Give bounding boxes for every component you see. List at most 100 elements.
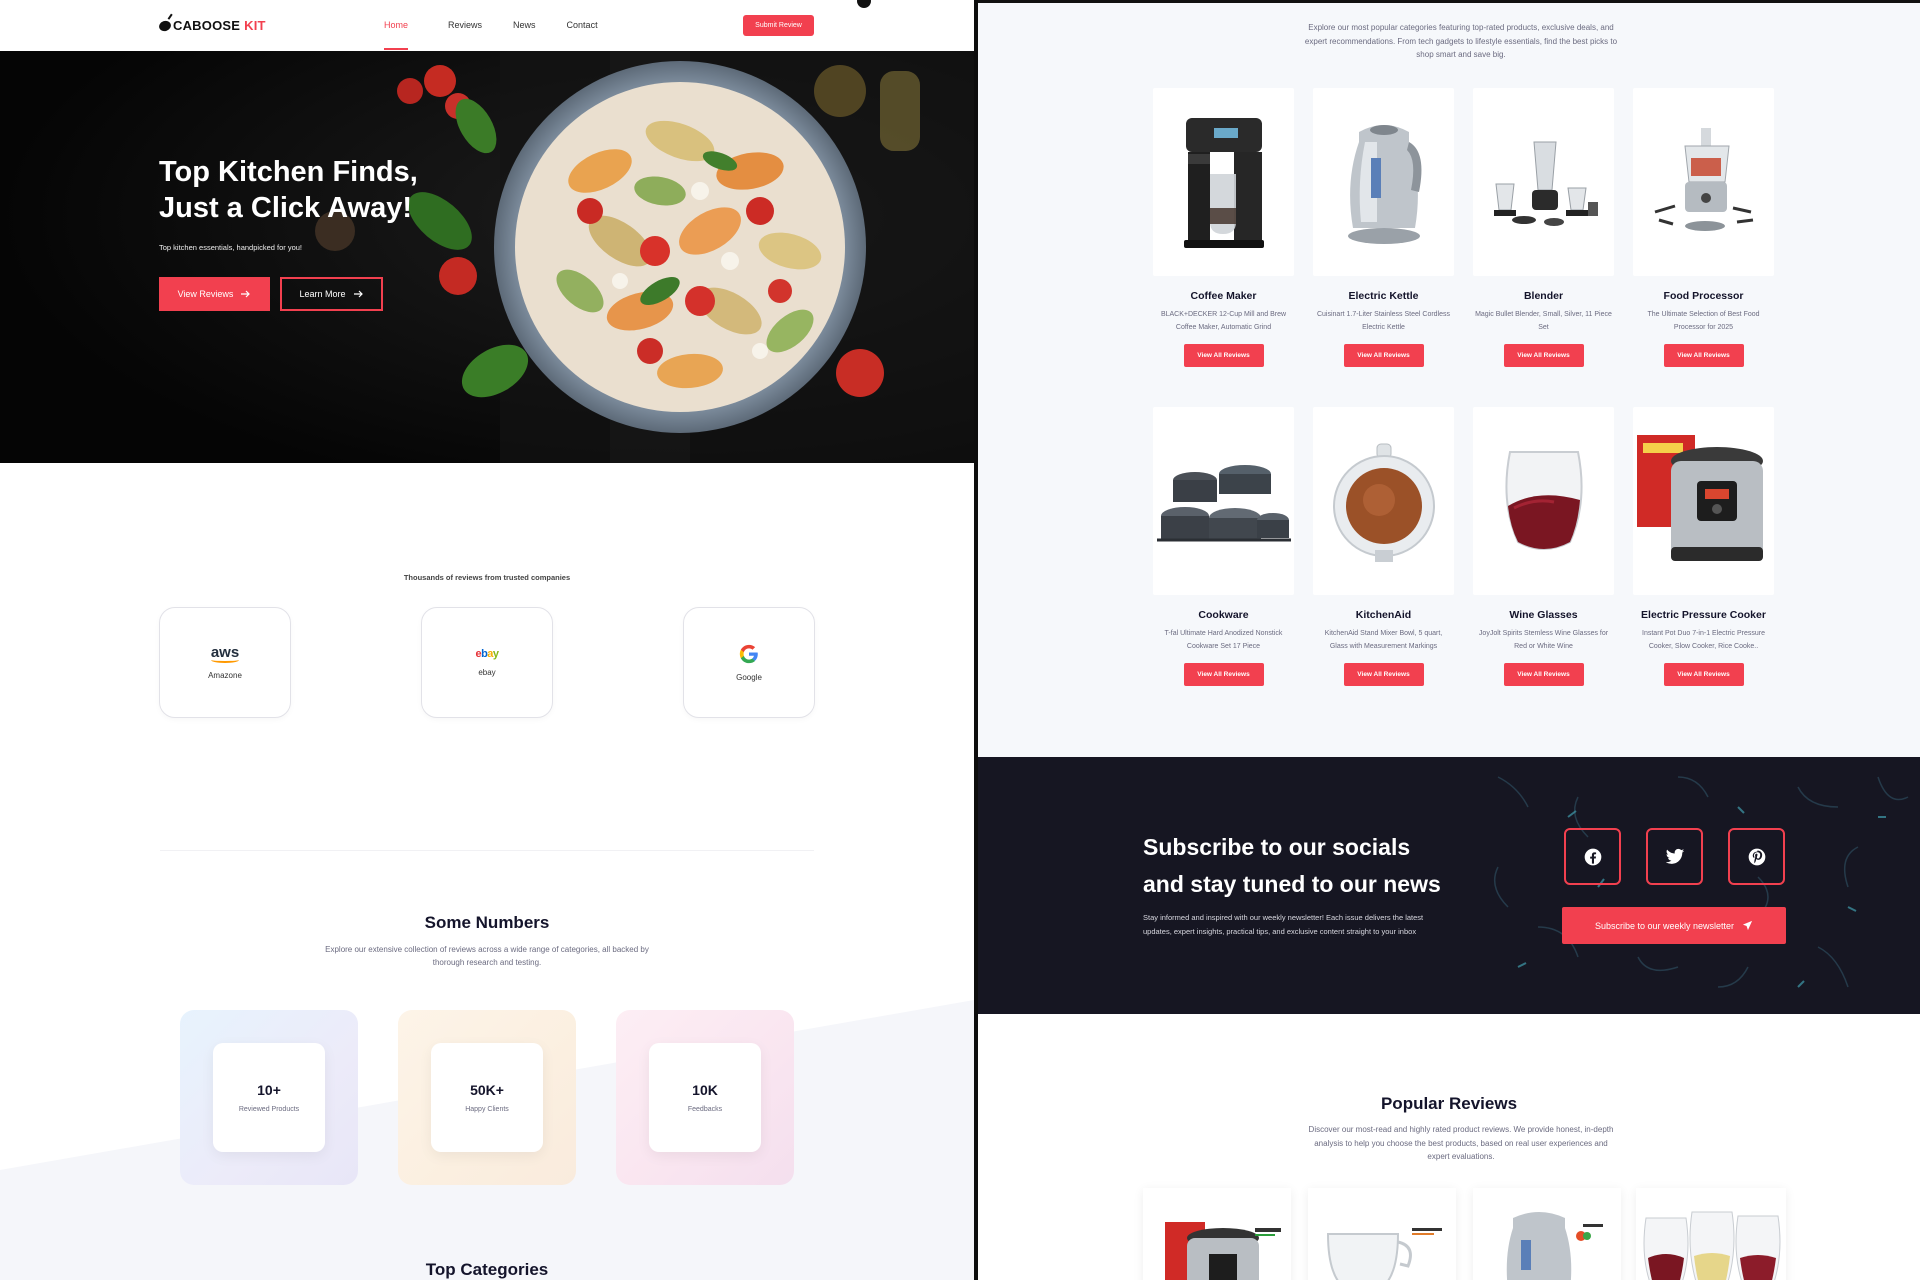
stat-card-products: 10+ Reviewed Products	[180, 1010, 358, 1185]
wine-glasses-thumbnail-image	[1643, 1211, 1781, 1280]
kettle-icon	[1347, 125, 1421, 244]
view-all-reviews-button[interactable]: View All Reviews	[1183, 663, 1264, 686]
pressure-cooker-icon	[1636, 435, 1763, 561]
subscribe-title-line2: and stay tuned to our news	[1143, 871, 1441, 897]
popular-review-card[interactable]	[1143, 1188, 1291, 1280]
submit-review-button[interactable]: Submit Review	[743, 15, 814, 36]
pinterest-button[interactable]	[1728, 828, 1785, 885]
subscribe-title: Subscribe to our socials and stay tuned …	[1143, 829, 1483, 903]
company-card-amazon[interactable]: aws Amazone	[159, 607, 291, 718]
blender-image	[1473, 88, 1614, 276]
category-card-coffee-maker: Coffee Maker BLACK+DECKER 12-Cup Mill an…	[1153, 88, 1294, 367]
section-divider	[160, 850, 814, 851]
category-description: The Ultimate Selection of Best Food Proc…	[1647, 311, 1760, 331]
coffee-maker-image	[1153, 88, 1294, 276]
popular-review-card[interactable]	[1473, 1188, 1621, 1280]
send-icon	[1742, 920, 1753, 931]
top-categories-title: Top Categories	[425, 1260, 549, 1279]
company-name: ebay	[478, 668, 496, 677]
categories-description: Explore our most popular categories feat…	[1304, 23, 1618, 59]
cookware-icon	[1156, 465, 1291, 542]
category-card-cookware: Cookware T-fal Ultimate Hard Anodized No…	[1153, 407, 1294, 686]
stat-value: 10+	[257, 1082, 281, 1098]
stat-value: 10K	[692, 1082, 718, 1098]
some-numbers-description: Explore our extensive collection of revi…	[325, 945, 649, 967]
wine-glass-icon	[1504, 451, 1583, 550]
arrow-right-icon	[241, 290, 251, 298]
aws-logo-text: aws	[210, 643, 240, 661]
category-card-blender: Blender Magic Bullet Blender, Small, Sil…	[1473, 88, 1614, 367]
wine-glasses-image	[1473, 407, 1614, 595]
pasta-bowl-image	[0, 51, 974, 463]
hero-section: Top Kitchen Finds, Just a Click Away! To…	[0, 51, 974, 463]
google-logo-icon	[739, 644, 758, 664]
view-all-reviews-button[interactable]: View All Reviews	[1503, 344, 1584, 367]
mixer-bowl-icon	[1332, 443, 1435, 562]
category-name: KitchenAid	[1355, 609, 1412, 621]
category-description: Magic Bullet Blender, Small, Silver, 11 …	[1475, 311, 1612, 331]
arrow-right-icon	[353, 290, 363, 298]
category-name: Coffee Maker	[1190, 290, 1257, 302]
aws-logo: aws	[210, 643, 240, 663]
view-all-reviews-button[interactable]: View All Reviews	[1503, 663, 1584, 686]
company-card-google[interactable]: Google	[683, 607, 815, 718]
popular-reviews-title: Popular Reviews	[1380, 1094, 1518, 1113]
brand-name-part1: CABOOSE	[173, 18, 241, 33]
facebook-icon	[1584, 848, 1601, 865]
trusted-companies-title: Thousands of reviews from trusted compan…	[403, 573, 571, 582]
facebook-button[interactable]	[1564, 828, 1621, 885]
stat-card-inner: 50K+ Happy Clients	[431, 1043, 543, 1152]
company-name: Google	[736, 673, 762, 682]
nav-link-home[interactable]: Home	[384, 20, 409, 50]
subscribe-section: Subscribe to our socials and stay tuned …	[978, 757, 1920, 1014]
hero-title: Top Kitchen Finds, Just a Click Away!	[159, 154, 459, 226]
view-reviews-label: View Reviews	[177, 289, 234, 299]
category-description: T-fal Ultimate Hard Anodized Nonstick Co…	[1164, 630, 1283, 650]
popular-review-card[interactable]	[1636, 1188, 1786, 1280]
kettle-thumbnail-image	[1506, 1212, 1603, 1280]
electric-kettle-image	[1313, 88, 1454, 276]
nav-link-news[interactable]: News	[513, 20, 536, 30]
right-page-panel: Explore our most popular categories feat…	[978, 0, 1920, 1280]
mixer-bowl-thumbnail-image	[1326, 1228, 1442, 1280]
learn-more-button[interactable]: Learn More	[280, 277, 383, 311]
view-all-reviews-button[interactable]: View All Reviews	[1663, 344, 1744, 367]
stat-card-clients: 50K+ Happy Clients	[398, 1010, 576, 1185]
nav-link-reviews[interactable]: Reviews	[448, 20, 482, 30]
subscribe-newsletter-button[interactable]: Subscribe to our weekly newsletter	[1562, 907, 1786, 944]
view-all-reviews-button[interactable]: View All Reviews	[1343, 344, 1424, 367]
twitter-icon	[1665, 848, 1684, 864]
category-name: Cookware	[1198, 609, 1249, 621]
stat-card-inner: 10K Feedbacks	[649, 1043, 761, 1152]
view-all-reviews-button[interactable]: View All Reviews	[1183, 344, 1264, 367]
category-description: Instant Pot Duo 7-in-1 Electric Pressure…	[1642, 630, 1765, 650]
view-all-reviews-button[interactable]: View All Reviews	[1343, 663, 1424, 686]
pressure-cooker-thumbnail-image	[1165, 1222, 1281, 1280]
view-reviews-button[interactable]: View Reviews	[159, 277, 270, 311]
brand-name-part2: KIT	[244, 18, 266, 33]
category-card-electric-kettle: Electric Kettle Cuisinart 1.7-Liter Stai…	[1313, 88, 1454, 367]
company-name: Amazone	[208, 670, 242, 680]
pan-icon	[157, 18, 173, 33]
nav-links: Home Reviews News Contact	[384, 20, 598, 50]
category-name: Electric Kettle	[1348, 290, 1419, 302]
twitter-button[interactable]	[1646, 828, 1703, 885]
cursor-dot	[857, 0, 871, 8]
category-card-kitchenaid: KitchenAid KitchenAid Stand Mixer Bowl, …	[1313, 407, 1454, 686]
category-name: Blender	[1523, 290, 1564, 302]
category-description: JoyJolt Spirits Stemless Wine Glasses fo…	[1478, 630, 1609, 650]
stat-card-feedbacks: 10K Feedbacks	[616, 1010, 794, 1185]
pressure-cooker-image	[1633, 407, 1774, 595]
popular-review-card[interactable]	[1308, 1188, 1456, 1280]
top-navbar: CABOOSE KIT Home Reviews News Contact Su…	[0, 0, 974, 51]
brand-logo[interactable]: CABOOSE KIT	[157, 18, 266, 33]
view-all-reviews-button[interactable]: View All Reviews	[1663, 663, 1744, 686]
category-name: Electric Pressure Cooker	[1641, 609, 1766, 621]
stat-label: Happy Clients	[465, 1106, 509, 1113]
subscribe-title-line1: Subscribe to our socials	[1143, 834, 1411, 860]
category-name: Wine Glasses	[1509, 609, 1578, 621]
category-name: Food Processor	[1663, 290, 1744, 302]
company-card-ebay[interactable]: ebay ebay	[421, 607, 553, 718]
cookware-image	[1153, 407, 1294, 595]
nav-link-contact[interactable]: Contact	[567, 20, 598, 30]
